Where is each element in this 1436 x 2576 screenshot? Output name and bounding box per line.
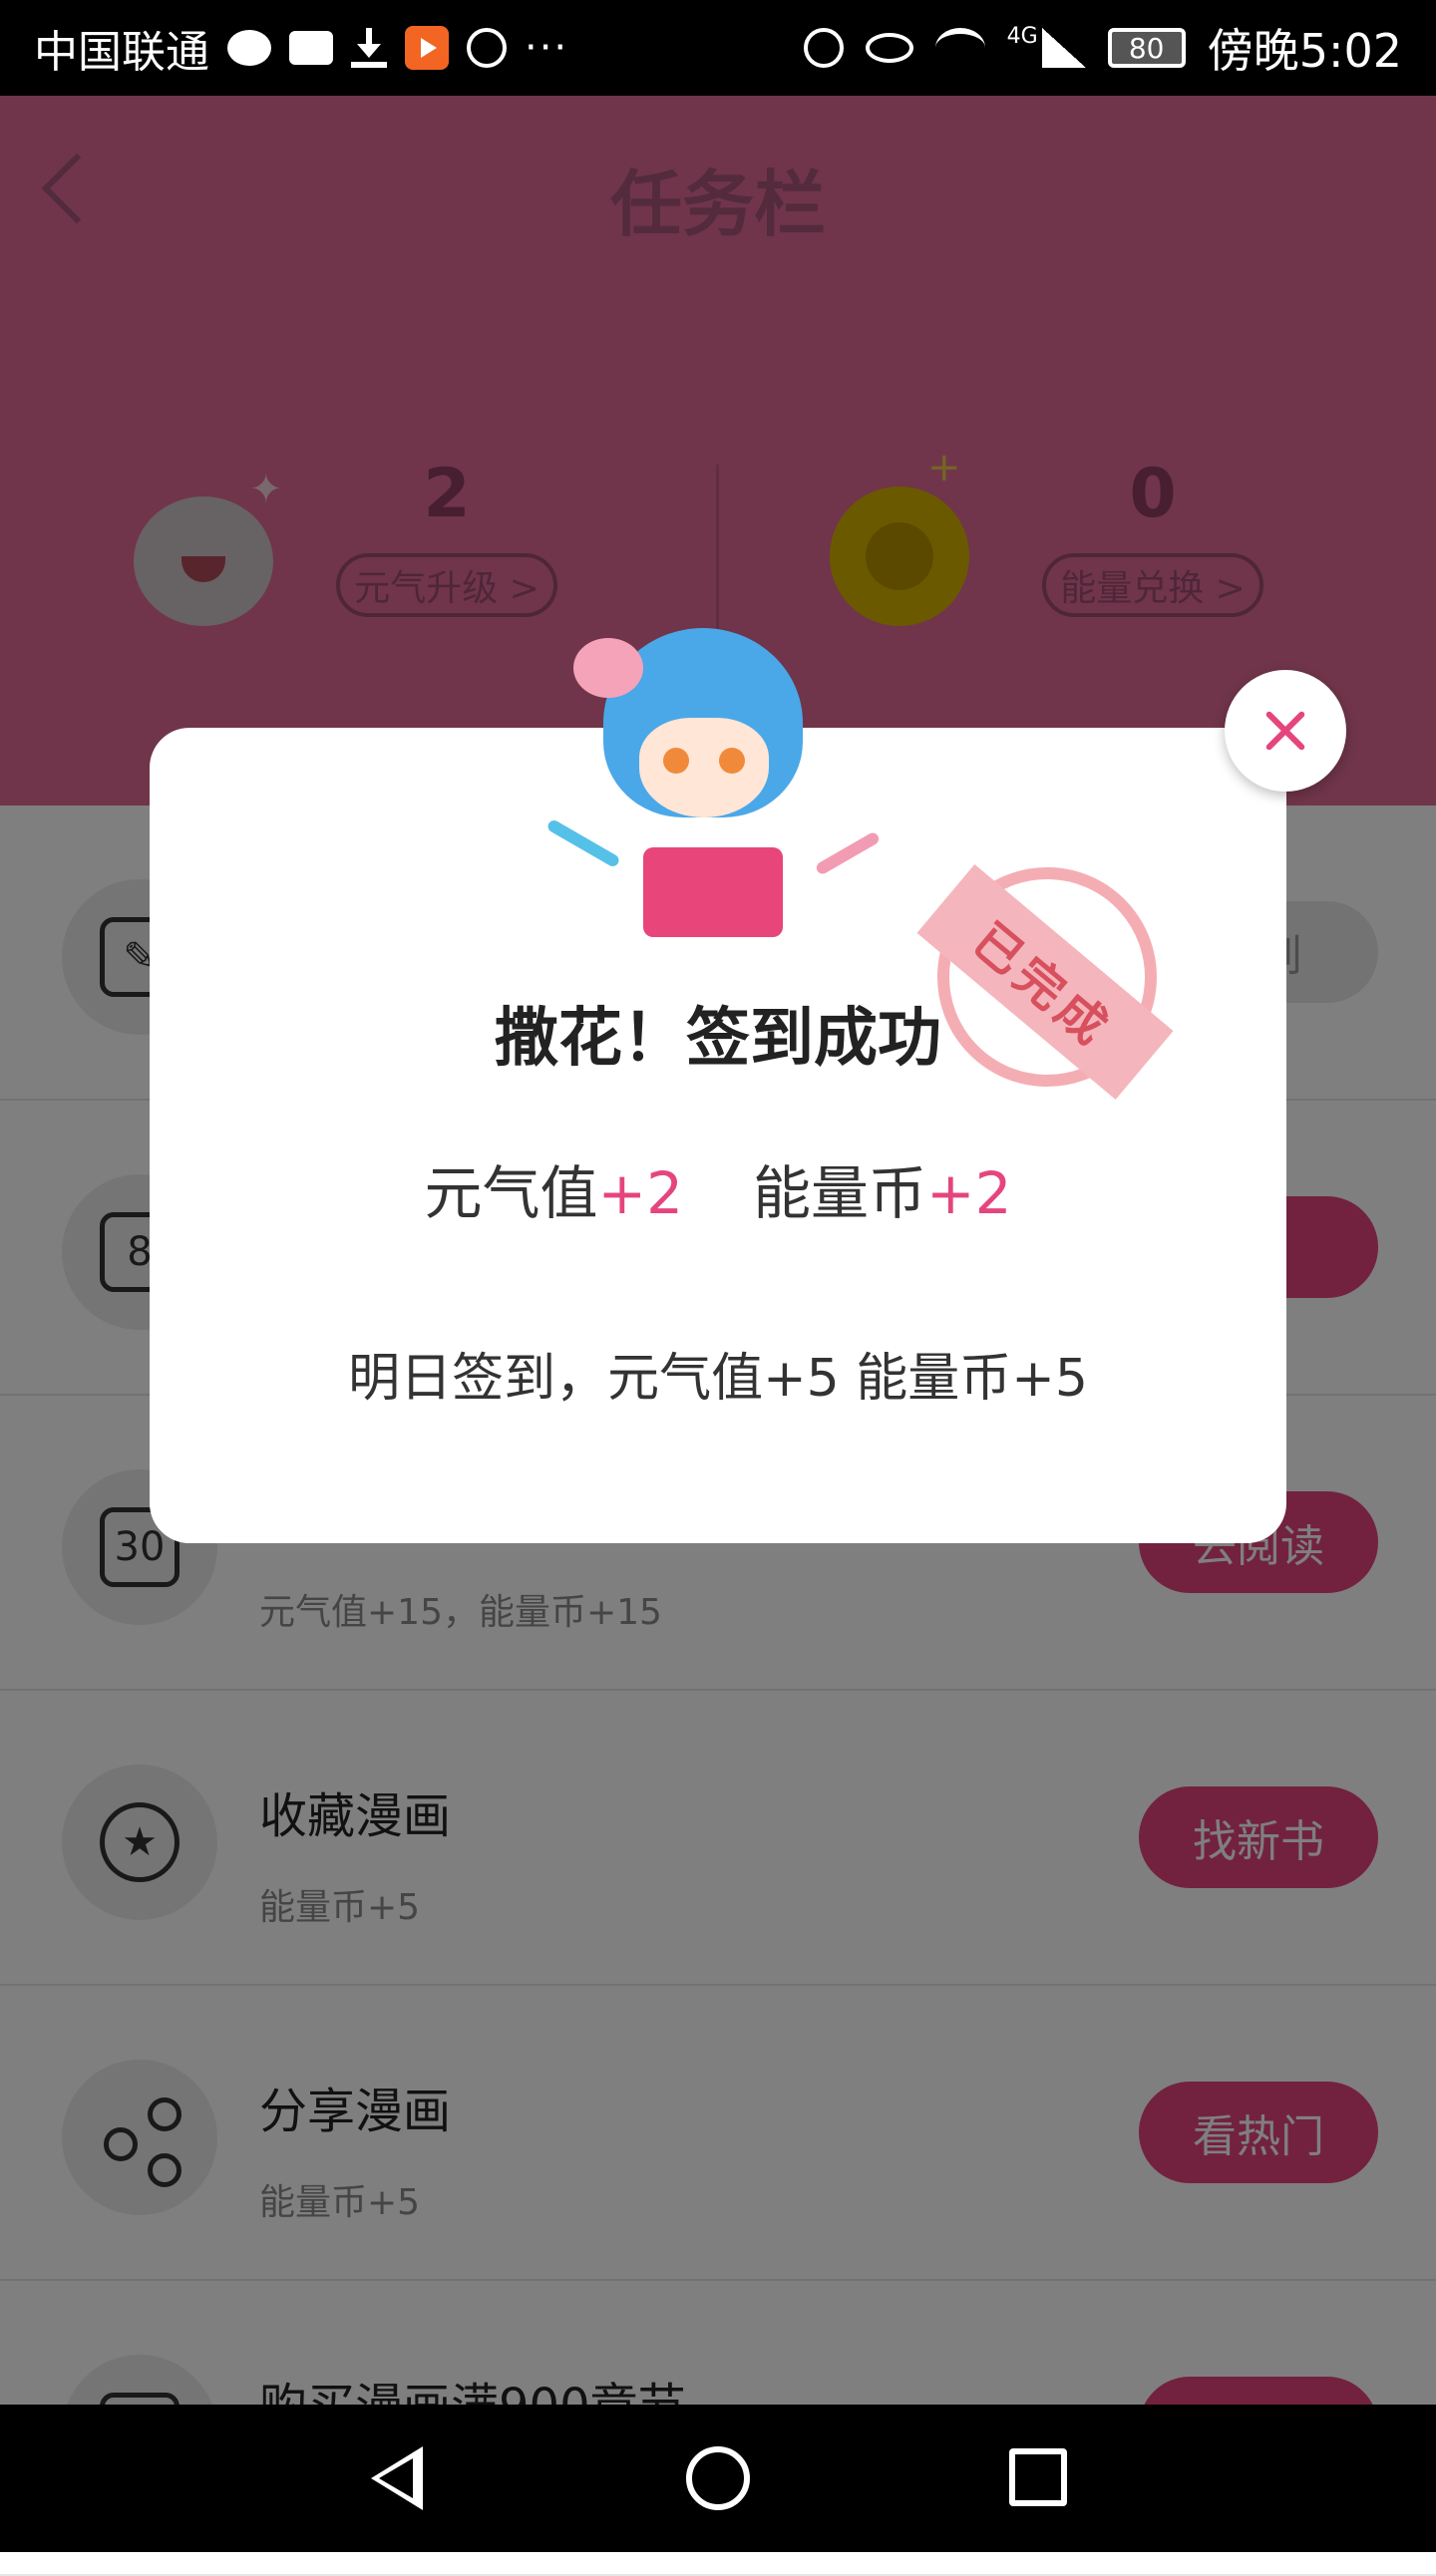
energy-reward-value: +2 (926, 1159, 1012, 1227)
alarm-icon (803, 28, 844, 68)
close-icon (1263, 709, 1307, 753)
navigation-bar (0, 2405, 1436, 2552)
mascot-eye (663, 748, 689, 774)
wifi-icon (934, 28, 985, 68)
video-app-icon (405, 26, 449, 70)
book-icon (643, 847, 783, 937)
nav-back-icon[interactable] (371, 2446, 423, 2510)
carrier-label: 中国联通 (34, 27, 209, 78)
close-button[interactable] (1225, 670, 1346, 792)
mascot-face (639, 718, 769, 817)
energy-reward: 能量币+2 (753, 1146, 1012, 1230)
clock: 傍晚5:02 (1207, 24, 1402, 78)
mascot-illustration (543, 608, 882, 937)
dialog-title: 撒花！签到成功 (495, 1002, 941, 1076)
briefcase-icon (289, 31, 333, 65)
vitality-reward: 元气值+2 (424, 1146, 683, 1230)
mascot-bow (573, 638, 643, 698)
nav-recent-apps-icon[interactable] (1009, 2448, 1067, 2506)
nav-home-icon[interactable] (686, 2446, 750, 2510)
hand-icon (467, 28, 507, 68)
confetti-icon (814, 830, 882, 876)
confetti-icon (545, 817, 621, 869)
eye-comfort-icon (865, 33, 913, 63)
vitality-reward-label: 元气值 (424, 1159, 598, 1227)
more-notifications-icon: ··· (525, 25, 569, 71)
reward-summary: 元气值+2 能量币+2 (150, 1146, 1286, 1230)
download-icon (351, 28, 387, 68)
network-type: 4G (1006, 23, 1038, 49)
vitality-reward-value: +2 (597, 1159, 684, 1227)
energy-reward-label: 能量币 (753, 1159, 927, 1227)
battery-icon: 80 (1107, 28, 1186, 68)
signal-icon (1041, 28, 1086, 68)
mascot-eye (719, 748, 745, 774)
message-icon (227, 30, 271, 66)
status-bar: 中国联通 ··· 4G 80 傍晚5:02 (0, 0, 1436, 96)
tomorrow-reward-text: 明日签到，元气值+5 能量币+5 (348, 1349, 1088, 1409)
